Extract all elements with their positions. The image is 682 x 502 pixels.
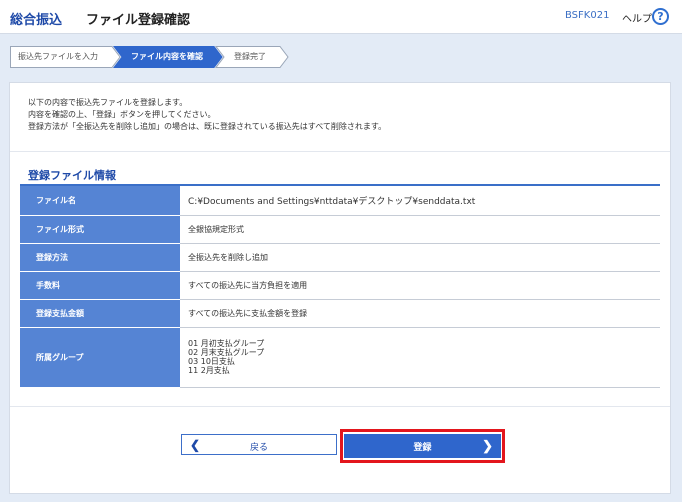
back-button-label: 戻る [249, 442, 268, 452]
intro-message: 以下の内容で振込先ファイルを登録します。 内容を確認の上、「登録」ボタンを押して… [28, 97, 386, 133]
table-row: 登録方法 全振込先を削除し追加 [20, 243, 660, 272]
row-label: 登録支払金額 [20, 299, 180, 328]
main-panel: 以下の内容で振込先ファイルを登録します。 内容を確認の上、「登録」ボタンを押して… [9, 82, 671, 494]
table-row: ファイル形式 全銀協規定形式 [20, 215, 660, 244]
fee-value: すべての振込先に当方負担を適用 [180, 271, 660, 300]
file-name-value: C:¥Documents and Settings¥nttdata¥デスクトップ… [180, 186, 660, 216]
file-info-table: ファイル名 C:¥Documents and Settings¥nttdata¥… [20, 186, 660, 388]
divider [10, 406, 670, 407]
group-list: 01 月初支払グループ 02 月末支払グループ 03 10日支払 11 2月支払 [180, 327, 660, 388]
table-row: 手数料 すべての振込先に当方負担を適用 [20, 271, 660, 300]
back-button[interactable]: ❮ 戻る [181, 434, 337, 455]
step-1-label: 振込先ファイルを入力 [18, 52, 98, 61]
page-title: ファイル登録確認 [86, 13, 191, 28]
table-row: ファイル名 C:¥Documents and Settings¥nttdata¥… [20, 186, 660, 216]
register-method-value: 全振込先を削除し追加 [180, 243, 660, 272]
group-item: 11 2月支払 [188, 366, 230, 375]
app-header: 総合振込 ファイル登録確認 BSFK021 ヘルプ ? [0, 0, 682, 34]
help-icon[interactable]: ? [652, 8, 669, 25]
chevron-right-icon: ❯ [482, 438, 493, 453]
table-row: 所属グループ 01 月初支払グループ 02 月末支払グループ 03 10日支払 … [20, 327, 660, 388]
intro-line-1: 以下の内容で振込先ファイルを登録します。 [28, 98, 188, 107]
step-3-label: 登録完了 [234, 52, 266, 61]
register-button-label: 登録 [413, 442, 432, 452]
divider [10, 151, 670, 152]
row-label: 手数料 [20, 271, 180, 300]
screen-id: BSFK021 [565, 10, 610, 21]
group-item: 02 月末支払グループ [188, 348, 265, 357]
row-label: ファイル名 [20, 186, 180, 216]
table-row: 登録支払金額 すべての振込先に支払金額を登録 [20, 299, 660, 328]
file-format-value: 全銀協規定形式 [180, 215, 660, 244]
row-label: 所属グループ [20, 327, 180, 388]
intro-line-3: 登録方法が「全振込先を削除し追加」の場合は、既に登録されている振込先はすべて削除… [28, 122, 387, 131]
row-label: ファイル形式 [20, 215, 180, 244]
app-title[interactable]: 総合振込 [10, 9, 62, 28]
payment-amount-value: すべての振込先に支払金額を登録 [180, 299, 660, 328]
section-title: 登録ファイル情報 [28, 169, 116, 182]
help-link[interactable]: ヘルプ [622, 10, 652, 25]
register-button[interactable]: 登録 ❯ [344, 434, 501, 458]
group-item: 01 月初支払グループ [188, 339, 265, 348]
group-item: 03 10日支払 [188, 357, 235, 366]
intro-line-2: 内容を確認の上、「登録」ボタンを押してください。 [28, 110, 216, 119]
step-2-label: ファイル内容を確認 [131, 52, 203, 61]
row-label: 登録方法 [20, 243, 180, 272]
